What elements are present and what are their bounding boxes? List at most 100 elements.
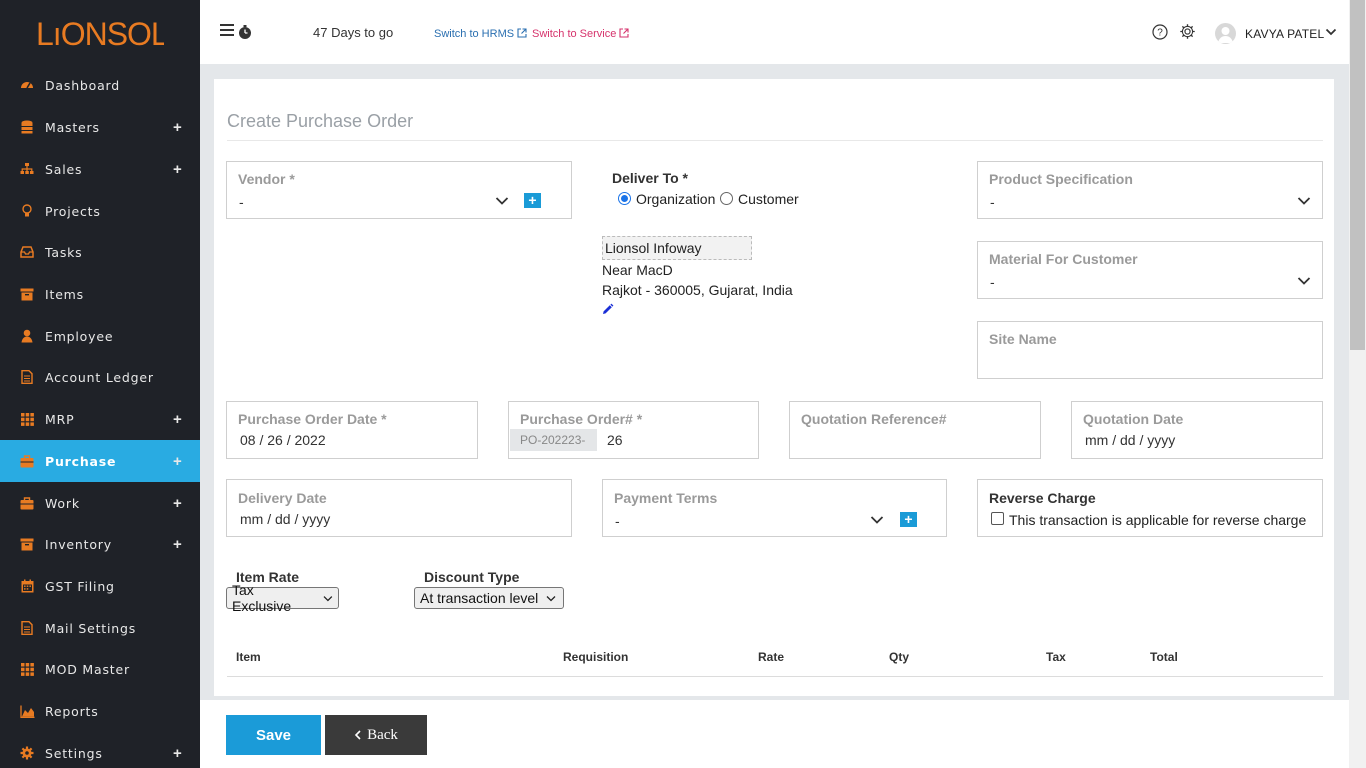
radio-organization[interactable] [618,192,631,205]
sidebar-item-label: Projects [45,203,101,219]
stopwatch-icon [239,25,251,39]
back-button-label: Back [367,726,398,743]
table-divider [227,676,1323,677]
sidebar-item-mrp[interactable]: MRP + [0,398,200,440]
expand-plus-icon[interactable]: + [173,745,182,762]
grid-icon [19,411,35,427]
sidebar-item-label: Settings [45,745,103,761]
expand-plus-icon[interactable]: + [173,119,182,136]
user-name[interactable]: KAVYA PATEL [1245,27,1324,41]
quotation-reference-label: Quotation Reference# [801,411,947,427]
save-button[interactable]: Save [226,715,321,755]
item-rate-select[interactable]: Tax Exclusive [226,582,339,614]
product-specification-value: - [990,194,995,210]
sidebar-item-label: Employee [45,328,114,344]
sidebar-item-items[interactable]: Items [0,273,200,315]
scrollbar-thumb[interactable] [1350,0,1365,350]
table-header-total: Total [1150,650,1178,664]
discount-type-value: At transaction level [420,590,539,606]
expand-plus-icon[interactable]: + [173,411,182,428]
sidebar-item-label: Reports [45,703,99,719]
sidebar-item-account-ledger[interactable]: Account Ledger [0,356,200,398]
expand-plus-icon[interactable]: + [173,536,182,553]
switch-to-hrms-link[interactable]: Switch to HRMS [434,28,527,40]
deliver-to-label: Deliver To * [612,170,688,186]
address-line-2: Rajkot - 360005, Gujarat, India [602,282,793,298]
expand-plus-icon[interactable]: + [173,161,182,178]
gear-icon [19,745,35,761]
sidebar-item-gst-filing[interactable]: GST Filing [0,565,200,607]
dashboard-icon [19,77,35,93]
chevron-left-icon [354,730,361,740]
sidebar-item-label: MRP [45,411,75,427]
external-link-icon [619,28,629,38]
payment-terms-select[interactable]: Payment Terms - + [602,479,947,537]
add-payment-terms-button[interactable]: + [900,512,917,527]
database-icon [19,119,35,135]
table-header-qty: Qty [889,650,910,664]
hamburger-menu-icon[interactable] [220,24,234,36]
archive-icon [19,286,35,302]
company-logo[interactable]: LıONSOL [36,14,169,52]
material-for-customer-value: - [990,274,995,290]
delivery-date-field[interactable]: Delivery Date mm / dd / yyyy [226,479,572,537]
sidebar-item-employee[interactable]: Employee [0,315,200,357]
calendar-icon [19,578,35,594]
product-specification-select[interactable]: Product Specification - [977,161,1323,219]
material-for-customer-select[interactable]: Material For Customer - [977,241,1323,299]
site-name-field[interactable]: Site Name [977,321,1323,379]
sidebar-item-work[interactable]: Work + [0,482,200,524]
vendor-select[interactable]: Vendor * - + [226,161,572,219]
material-for-customer-label: Material For Customer [989,251,1138,267]
radio-customer[interactable] [720,192,733,205]
expand-plus-icon[interactable]: + [173,453,182,470]
sidebar-item-label: Tasks [45,244,83,260]
sidebar-item-mail-settings[interactable]: Mail Settings [0,607,200,649]
switch-to-service-link[interactable]: Switch to Service [532,28,629,40]
chevron-down-icon [323,595,333,601]
sidebar-item-settings[interactable]: Settings + [0,732,200,768]
chevron-down-icon[interactable] [1297,276,1311,286]
sidebar-item-purchase[interactable]: Purchase + [0,440,200,482]
back-button[interactable]: Back [325,715,427,755]
chevron-down-icon[interactable] [1297,196,1311,206]
avatar[interactable] [1215,23,1236,44]
sidebar-item-mod-master[interactable]: MOD Master [0,648,200,690]
area-chart-icon [19,703,35,719]
sidebar-item-masters[interactable]: Masters + [0,106,200,148]
chevron-down-icon[interactable] [1325,27,1337,37]
user-avatar-icon [1218,27,1233,43]
purchase-order-date-value: 08 / 26 / 2022 [240,432,326,448]
sidebar-item-tasks[interactable]: Tasks [0,231,200,273]
help-icon[interactable]: ? [1152,24,1168,40]
purchase-order-number-field[interactable]: Purchase Order# * PO-202223- 26 [508,401,759,459]
sidebar-item-inventory[interactable]: Inventory + [0,523,200,565]
add-vendor-button[interactable]: + [524,193,541,208]
reverse-charge-checkbox[interactable] [991,512,1004,525]
quotation-reference-field[interactable]: Quotation Reference# [789,401,1041,459]
gear-icon[interactable] [1179,23,1196,40]
sidebar-item-sales[interactable]: Sales + [0,148,200,190]
grid-icon [19,661,35,677]
purchase-order-date-field[interactable]: Purchase Order Date * 08 / 26 / 2022 [226,401,478,459]
table-header-item: Item [236,650,261,664]
sidebar-item-dashboard[interactable]: Dashboard [0,64,200,106]
chevron-down-icon[interactable] [870,515,884,525]
quotation-date-value: mm / dd / yyyy [1085,432,1176,448]
sidebar-item-reports[interactable]: Reports [0,690,200,732]
radio-organization-label: Organization [636,191,716,207]
svg-text:?: ? [1157,28,1163,39]
external-link-icon [517,28,527,38]
address-name: Lionsol Infoway [605,240,702,256]
discount-type-select[interactable]: At transaction level [414,587,564,609]
address-line-1: Near MacD [602,262,673,278]
payment-terms-label: Payment Terms [614,490,718,506]
chevron-down-icon[interactable] [495,196,509,206]
vendor-label: Vendor * [238,171,295,187]
expand-plus-icon[interactable]: + [173,495,182,512]
switch-hrms-label: Switch to HRMS [434,28,515,40]
sidebar-item-label: Purchase [45,453,117,469]
sidebar-item-projects[interactable]: Projects [0,190,200,232]
pencil-edit-icon[interactable] [601,303,614,316]
quotation-date-field[interactable]: Quotation Date mm / dd / yyyy [1071,401,1323,459]
